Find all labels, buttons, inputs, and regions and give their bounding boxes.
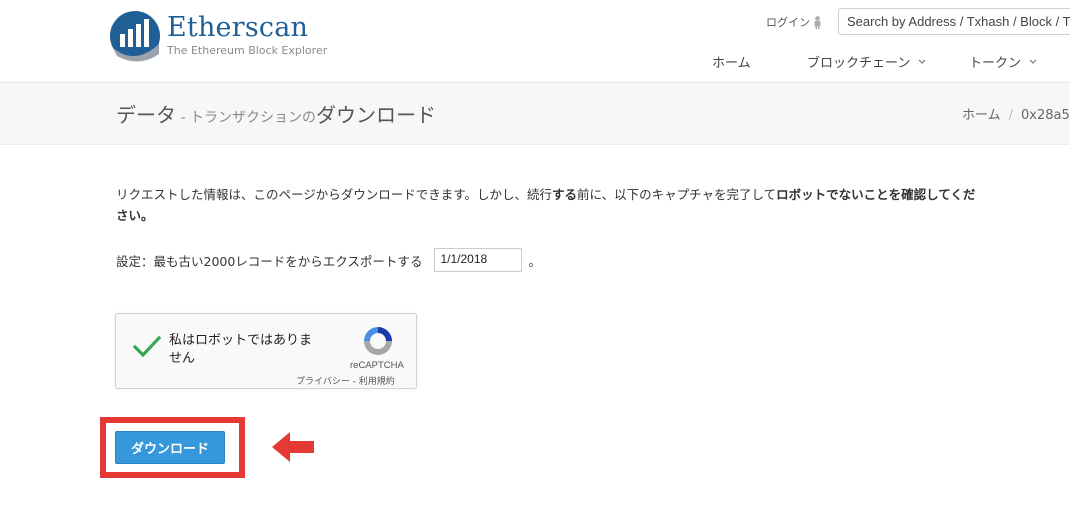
breadcrumb: ホーム / 0x28a59: [962, 104, 1070, 123]
download-button[interactable]: ダウンロード: [115, 431, 225, 464]
notice-text-1: リクエストした情報は、このページからダウンロードできます。しかし、続行: [116, 187, 553, 202]
search-input[interactable]: Search by Address / Txhash / Block / T: [838, 8, 1070, 35]
notice-text-2: 前に、以下のキャプチャを完了して: [577, 187, 777, 202]
breadcrumb-separator: /: [1008, 108, 1014, 123]
setting-suffix: 。: [528, 253, 541, 269]
nav-blockchain[interactable]: ブロックチェーン: [807, 52, 926, 71]
start-date-input[interactable]: 1/1/2018: [434, 248, 523, 272]
user-icon: [814, 15, 821, 29]
main-content: リクエストした情報は、このページからダウンロードできます。しかし、続行する前に、…: [116, 184, 976, 272]
breadcrumb-current: 0x28a59: [1021, 108, 1070, 123]
notice-bold-1: する: [552, 187, 578, 202]
export-setting: 設定：最も古い2000レコードをからエクスポートする 1/1/2018 。: [116, 248, 541, 272]
site-header: Etherscan The Ethereum Block Explorer ログ…: [0, 0, 1070, 83]
chevron-down-icon: [1029, 59, 1037, 64]
page-banner: データ - トランザクションのダウンロード ホーム / 0x28a59: [0, 83, 1070, 145]
login-link[interactable]: ログイン: [766, 14, 822, 30]
chevron-down-icon: [918, 59, 926, 64]
arrow-left-icon: [272, 432, 314, 462]
nav-tokens-label: トークン: [969, 56, 1022, 71]
recaptcha-brand: reCAPTCHA: [350, 360, 404, 371]
checkmark-icon[interactable]: [132, 334, 162, 360]
recaptcha-links[interactable]: プライバシー - 利用規約: [296, 374, 395, 387]
recaptcha-widget[interactable]: 私はロボットではありません reCAPTCHA プライバシー - 利用規約: [115, 313, 417, 389]
nav-home-label: ホーム: [712, 56, 751, 71]
nav-tokens[interactable]: トークン: [969, 52, 1037, 71]
page-title-sub: - トランザクションの: [176, 110, 316, 126]
login-label: ログイン: [766, 16, 810, 29]
main-nav: ホーム ブロックチェーン トークン: [0, 52, 1070, 72]
page-title-end: ダウンロード: [315, 103, 436, 127]
setting-label: 設定：最も古い2000レコードをからエクスポートする: [116, 253, 423, 269]
nav-blockchain-label: ブロックチェーン: [807, 56, 911, 71]
recaptcha-logo-icon: [364, 327, 392, 355]
page-title: データ - トランザクションのダウンロード: [116, 99, 436, 128]
download-notice: リクエストした情報は、このページからダウンロードできます。しかし、続行する前に、…: [116, 184, 976, 226]
page-title-main: データ: [116, 103, 176, 127]
captcha-label: 私はロボットではありません: [169, 333, 313, 366]
breadcrumb-home[interactable]: ホーム: [962, 108, 1001, 123]
logo-title: Etherscan: [167, 12, 309, 43]
nav-home[interactable]: ホーム: [712, 52, 751, 71]
